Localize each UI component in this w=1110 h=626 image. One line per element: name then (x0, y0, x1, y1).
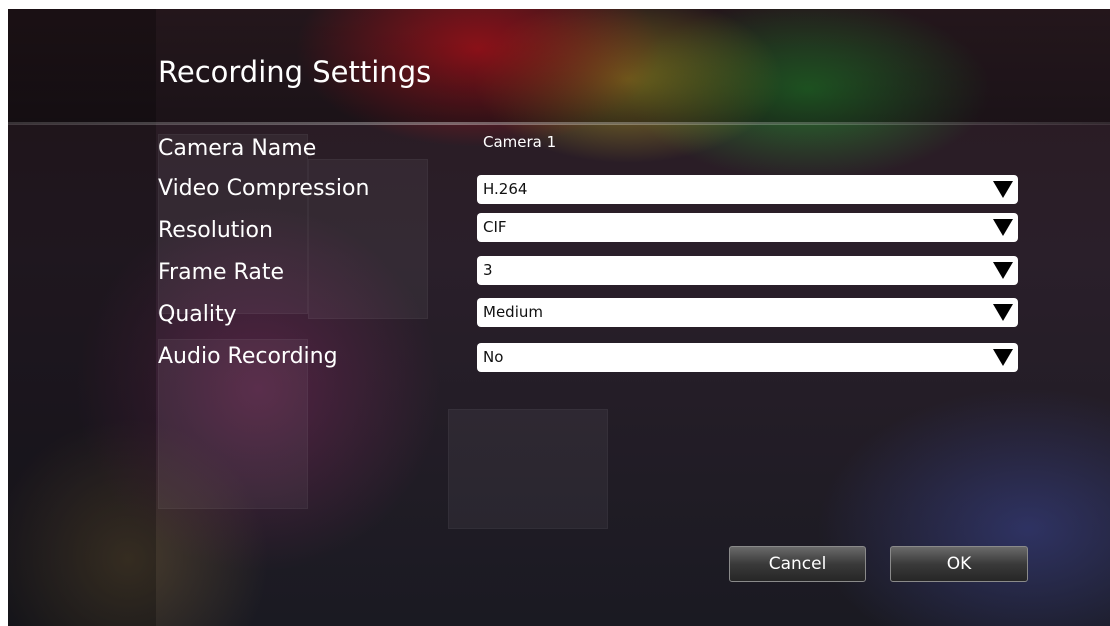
resolution-select[interactable]: CIF (477, 213, 1018, 242)
triangle-down-icon (993, 304, 1013, 321)
triangle-down-icon (993, 349, 1013, 366)
quality-value: Medium (483, 303, 543, 321)
triangle-down-icon (993, 219, 1013, 236)
video-compression-select[interactable]: H.264 (477, 175, 1018, 204)
triangle-down-icon (993, 262, 1013, 279)
resolution-value: CIF (483, 218, 507, 236)
ok-button[interactable]: OK (890, 546, 1028, 582)
frame-rate-value: 3 (483, 261, 493, 279)
audio-recording-value: No (483, 348, 504, 366)
triangle-down-icon (993, 181, 1013, 198)
audio-recording-select[interactable]: No (477, 343, 1018, 372)
video-compression-label: Video Compression (158, 176, 370, 201)
quality-select[interactable]: Medium (477, 298, 1018, 327)
frame-rate-select[interactable]: 3 (477, 256, 1018, 285)
frame-rate-label: Frame Rate (158, 260, 284, 285)
camera-name-label: Camera Name (158, 136, 317, 161)
cancel-button[interactable]: Cancel (729, 546, 866, 582)
video-compression-value: H.264 (483, 180, 528, 198)
resolution-label: Resolution (158, 218, 273, 243)
header-divider (8, 122, 1110, 125)
quality-label: Quality (158, 302, 237, 327)
audio-recording-label: Audio Recording (158, 344, 338, 369)
camera-name-value: Camera 1 (483, 133, 557, 151)
dialog-title: Recording Settings (158, 55, 432, 89)
background-panel (448, 409, 608, 529)
